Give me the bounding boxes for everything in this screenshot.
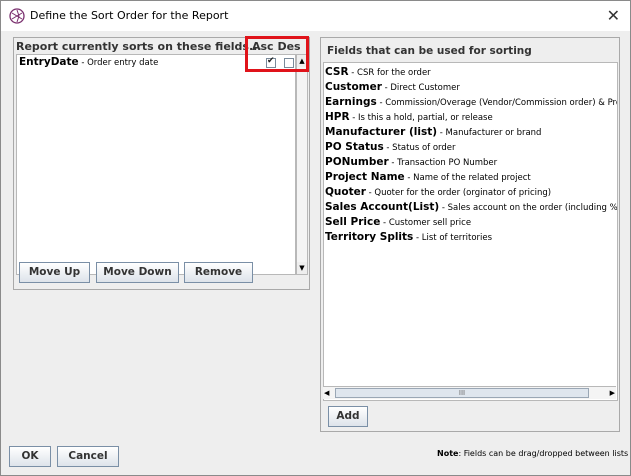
note-label: Note [437, 449, 459, 458]
scroll-thumb[interactable]: III [335, 388, 589, 398]
field-description: - Is this a hold, partial, or release [349, 113, 493, 123]
field-name: Territory Splits [325, 231, 414, 243]
close-icon[interactable]: ✕ [607, 6, 620, 25]
current-sort-list[interactable]: EntryDate - Order entry date [16, 54, 296, 275]
field-name: HPR [325, 111, 350, 123]
field-description: - Status of order [383, 143, 456, 153]
window-title: Define the Sort Order for the Report [30, 9, 229, 22]
field-name: Sales Account(List) [325, 201, 440, 213]
list-item[interactable]: Project Name - Name of the related proje… [325, 171, 531, 183]
field-description: - Direct Customer [381, 83, 460, 93]
list-item[interactable]: HPR - Is this a hold, partial, or releas… [325, 111, 493, 123]
cancel-button[interactable]: Cancel [57, 446, 119, 467]
triangle-down-icon[interactable]: ▼ [297, 262, 307, 274]
aperture-icon [9, 8, 25, 24]
left-vertical-scrollbar[interactable]: ▲ ▼ [296, 54, 308, 275]
list-item[interactable]: Sell Price - Customer sell price [325, 216, 471, 228]
field-description: - Manufacturer or brand [437, 128, 542, 138]
field-description: - Commission/Overage (Vendor/Commission … [379, 98, 617, 108]
field-name: CSR [325, 66, 349, 78]
sort-field-description: - Order entry date [78, 58, 159, 68]
triangle-right-icon[interactable]: ▶ [610, 387, 615, 399]
field-name: Customer [325, 81, 382, 93]
current-sort-panel: Report currently sorts on these fields..… [13, 37, 310, 290]
field-name: PO Status [325, 141, 384, 153]
field-name: Earnings [325, 96, 377, 108]
current-sort-header: Report currently sorts on these fields..… [16, 40, 262, 53]
sort-field-name: EntryDate [19, 56, 79, 68]
ok-button[interactable]: OK [9, 446, 51, 467]
note-text: : Fields can be drag/dropped between lis… [458, 449, 629, 458]
triangle-left-icon[interactable]: ◀ [324, 387, 329, 399]
field-name: Manufacturer (list) [325, 126, 438, 138]
asc-des-highlight [245, 36, 309, 72]
list-item[interactable]: Territory Splits - List of territories [325, 231, 492, 243]
list-item[interactable]: Customer - Direct Customer [325, 81, 460, 93]
field-description: - Name of the related project [404, 173, 531, 183]
drag-drop-note: Note: Fields can be drag/dropped between… [437, 449, 628, 458]
field-description: - CSR for the order [348, 68, 431, 78]
sort-row-entrydate[interactable]: EntryDate - Order entry date [19, 56, 158, 68]
field-description: - Transaction PO Number [388, 158, 498, 168]
add-button[interactable]: Add [328, 406, 368, 427]
list-item[interactable]: Manufacturer (list) - Manufacturer or br… [325, 126, 541, 138]
field-description: - List of territories [413, 233, 493, 243]
available-fields-list[interactable]: CSR - CSR for the order Customer - Direc… [323, 62, 618, 401]
list-item[interactable]: PO Status - Status of order [325, 141, 456, 153]
field-name: Project Name [325, 171, 405, 183]
field-name: PONumber [325, 156, 389, 168]
field-description: - Sales account on the order (including … [439, 203, 618, 213]
list-item[interactable]: CSR - CSR for the order [325, 66, 431, 78]
move-up-button[interactable]: Move Up [19, 262, 90, 283]
available-fields-header: Fields that can be used for sorting [327, 45, 532, 57]
right-horizontal-scrollbar[interactable]: ◀ III ▶ [323, 386, 616, 399]
remove-button[interactable]: Remove [184, 262, 253, 283]
list-item[interactable]: Quoter - Quoter for the order (orginator… [325, 186, 551, 198]
move-down-button[interactable]: Move Down [96, 262, 179, 283]
field-description: - Quoter for the order (orginator of pri… [365, 188, 552, 198]
title-bar: Define the Sort Order for the Report ✕ [1, 1, 630, 31]
field-description: - Customer sell price [380, 218, 472, 228]
sort-order-dialog: Define the Sort Order for the Report ✕ R… [0, 0, 631, 476]
field-name: Sell Price [325, 216, 381, 228]
available-fields-panel: Fields that can be used for sorting CSR … [320, 37, 620, 432]
list-item[interactable]: PONumber - Transaction PO Number [325, 156, 497, 168]
list-item[interactable]: Sales Account(List) - Sales account on t… [325, 201, 618, 213]
list-item[interactable]: Earnings - Commission/Overage (Vendor/Co… [325, 96, 617, 108]
field-name: Quoter [325, 186, 366, 198]
